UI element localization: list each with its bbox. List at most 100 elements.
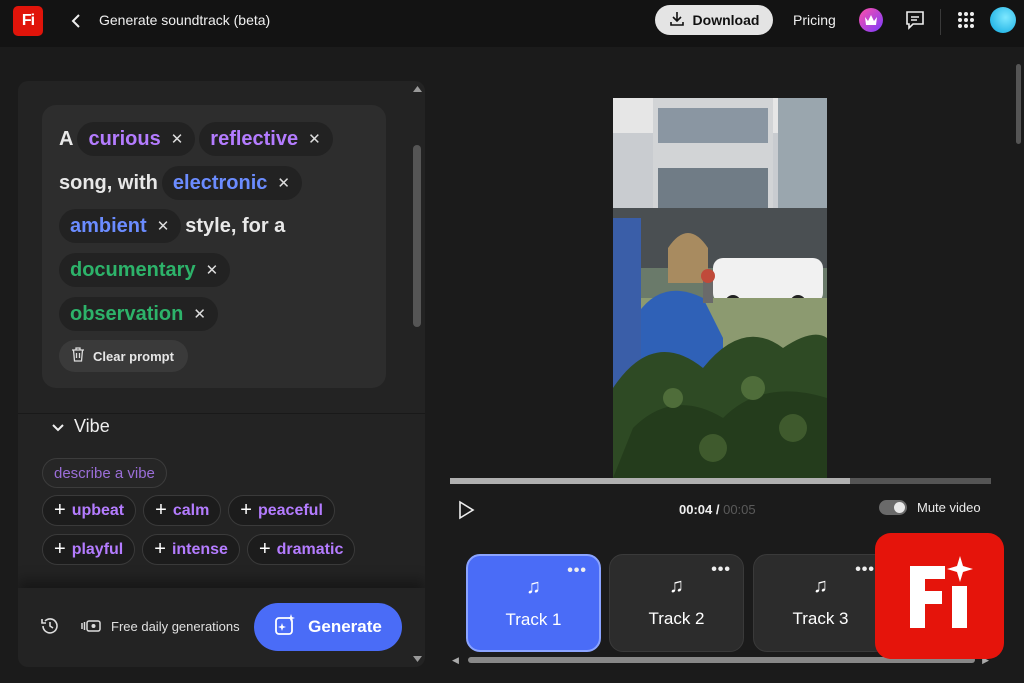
prompt-chip-reflective[interactable]: reflective ✕ — [199, 122, 333, 156]
user-avatar[interactable] — [990, 7, 1016, 33]
page-scrollbar[interactable] — [1013, 54, 1024, 683]
download-icon — [669, 11, 685, 30]
remove-chip-icon[interactable]: ✕ — [308, 130, 321, 148]
credits-icon — [81, 619, 101, 638]
track-card-3[interactable]: ••• ♫ Track 3 — [753, 554, 888, 652]
apps-grid-icon[interactable] — [957, 11, 975, 34]
vibe-tag[interactable]: + intense — [142, 534, 240, 565]
remove-chip-icon[interactable]: ✕ — [277, 174, 290, 192]
remove-chip-icon[interactable]: ✕ — [171, 130, 184, 148]
history-icon[interactable] — [40, 616, 60, 641]
vibe-tag-label: intense — [171, 540, 228, 558]
section-divider — [18, 413, 425, 414]
vibe-tag-label: playful — [71, 540, 124, 558]
prompt-line-2: song, with electronic ✕ — [59, 166, 302, 200]
generate-sparkle-icon — [274, 613, 298, 642]
vibe-input[interactable]: describe a vibe — [42, 458, 167, 488]
pricing-link[interactable]: Pricing — [793, 12, 836, 28]
panel-scrollbar-thumb[interactable] — [413, 145, 421, 327]
prompt-line-3: ambient ✕ style, for a — [59, 209, 285, 243]
clear-prompt-label: Clear prompt — [93, 348, 174, 364]
download-button[interactable]: Download — [655, 5, 773, 35]
video-progress-fill — [450, 478, 851, 484]
vibe-tag[interactable]: + dramatic — [246, 534, 356, 565]
vibe-tag-label: calm — [172, 501, 210, 519]
music-note-icon: ♫ — [669, 575, 684, 597]
mute-video-toggle[interactable]: Mute video — [879, 500, 981, 515]
vibe-tag-label: upbeat — [71, 501, 125, 519]
vibe-tag[interactable]: + playful — [42, 534, 136, 565]
prompt-panel: A curious ✕ reflective ✕ song, with electr… — [18, 81, 425, 667]
plus-icon: + — [54, 538, 66, 560]
prompt-word: A — [59, 127, 74, 150]
music-note-icon: ♫ — [526, 576, 541, 598]
prompt-chip-electronic[interactable]: electronic ✕ — [161, 166, 302, 200]
generate-bar: Free daily generations Generate — [18, 588, 425, 667]
playback-time: 00:04 / 00:05 — [679, 502, 756, 517]
chip-label: electronic — [172, 171, 268, 194]
brand-badge-logo — [875, 533, 1004, 659]
current-time: 00:04 — [679, 502, 713, 517]
plus-icon: + — [258, 538, 271, 560]
prompt-line-5: observation ✕ — [59, 297, 218, 331]
track-card-1[interactable]: ••• ♫ Track 1 — [466, 554, 601, 652]
panel-scrollbar[interactable] — [410, 81, 425, 667]
plus-icon: + — [154, 538, 166, 560]
time-separator: / — [712, 502, 724, 517]
chip-label: observation — [70, 302, 184, 325]
total-time: 00:05 — [723, 502, 756, 517]
chip-label: ambient — [70, 214, 147, 237]
plus-icon: + — [155, 499, 167, 521]
play-icon[interactable] — [456, 500, 476, 525]
scroll-left-icon[interactable]: ◀ — [452, 655, 459, 666]
chat-icon[interactable] — [904, 9, 926, 36]
vibe-tag-row-2: + playful + intense + dramatic — [42, 534, 356, 565]
vibe-tag[interactable]: + peaceful — [228, 495, 335, 526]
generate-button[interactable]: Generate — [254, 603, 402, 651]
trash-icon — [71, 347, 85, 365]
back-chevron-icon[interactable] — [66, 11, 86, 31]
prompt-line-1: A curious ✕ reflective ✕ — [59, 122, 333, 156]
crown-icon[interactable] — [859, 8, 883, 32]
vibe-tag-row-1: + upbeat + calm + peaceful — [42, 495, 335, 526]
prompt-word: song, with — [59, 171, 158, 194]
chip-label: curious — [88, 127, 161, 150]
track-name: Track 1 — [505, 610, 562, 629]
video-preview[interactable] — [613, 98, 827, 478]
top-bar: Fi Generate soundtrack (beta) Download P… — [0, 0, 1024, 47]
download-label: Download — [692, 12, 760, 28]
remove-chip-icon[interactable]: ✕ — [193, 305, 206, 323]
clear-prompt-button[interactable]: Clear prompt — [59, 340, 188, 372]
app-logo[interactable]: Fi — [13, 6, 43, 36]
plus-icon: + — [54, 499, 66, 521]
toggle-switch[interactable] — [879, 500, 907, 515]
vibe-tag-label: dramatic — [276, 540, 344, 558]
track-card-2[interactable]: ••• ♫ Track 2 — [609, 554, 744, 652]
chip-label: reflective — [210, 127, 299, 150]
mute-label: Mute video — [917, 500, 981, 515]
video-progress-bar[interactable] — [450, 478, 991, 484]
remove-chip-icon[interactable]: ✕ — [157, 217, 170, 235]
prompt-chip-curious[interactable]: curious ✕ — [77, 122, 196, 156]
prompt-word: style, for a — [185, 214, 286, 237]
plus-icon: + — [240, 499, 252, 521]
track-name: Track 3 — [792, 609, 849, 628]
page-title: Generate soundtrack (beta) — [99, 12, 271, 28]
music-note-icon: ♫ — [813, 575, 828, 597]
prompt-chip-ambient[interactable]: ambient ✕ — [59, 209, 182, 243]
vibe-tag[interactable]: + upbeat — [42, 495, 137, 526]
vibe-tag[interactable]: + calm — [143, 495, 222, 526]
chevron-down-icon — [52, 416, 64, 437]
prompt-chip-observation[interactable]: observation ✕ — [59, 297, 218, 331]
page-scrollbar-thumb[interactable] — [1016, 64, 1021, 144]
vibe-section-header[interactable]: Vibe — [52, 416, 110, 437]
prompt-line-4: documentary ✕ — [59, 253, 231, 287]
vibe-tag-label: peaceful — [257, 501, 323, 519]
chip-label: documentary — [70, 258, 196, 281]
remove-chip-icon[interactable]: ✕ — [206, 261, 219, 279]
prompt-chip-documentary[interactable]: documentary ✕ — [59, 253, 231, 287]
prompt-card: A curious ✕ reflective ✕ song, with electr… — [42, 105, 386, 388]
header-divider — [940, 9, 941, 35]
track-name: Track 2 — [648, 609, 705, 628]
vibe-heading: Vibe — [74, 416, 110, 436]
